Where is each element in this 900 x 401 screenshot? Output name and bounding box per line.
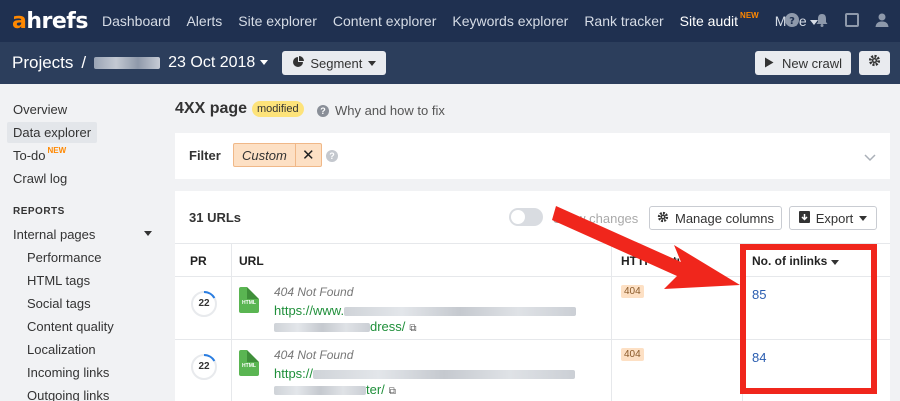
- export-button[interactable]: Export: [789, 206, 877, 230]
- new-crawl-button[interactable]: New crawl: [755, 51, 851, 75]
- redacted-url: [274, 386, 366, 396]
- sidebar-item-data-explorer[interactable]: Data explorer: [7, 122, 98, 143]
- column-header-pr[interactable]: PR: [190, 254, 207, 268]
- nav-rank-tracker[interactable]: Rank tracker: [584, 13, 663, 29]
- collapse-triangle-icon[interactable]: [144, 231, 152, 236]
- reports-heading: REPORTS: [13, 206, 65, 217]
- why-how-fix-link[interactable]: ? Why and how to fix: [317, 103, 445, 118]
- sidebar-item-overview[interactable]: Overview: [13, 102, 67, 117]
- new-tag: NEW: [740, 11, 759, 20]
- url-link[interactable]: https://www.: [274, 303, 577, 318]
- external-link-icon[interactable]: ⧉: [409, 323, 416, 334]
- sidebar-item-crawl-log[interactable]: Crawl log: [13, 171, 67, 186]
- show-changes-toggle[interactable]: [509, 208, 543, 226]
- nav-alerts[interactable]: Alerts: [186, 13, 222, 29]
- crawl-date-dropdown[interactable]: 23 Oct 2018: [168, 54, 269, 72]
- play-icon: [764, 56, 774, 71]
- filter-chip[interactable]: Custom ✕: [233, 143, 322, 167]
- sidebar-item-performance[interactable]: Performance: [27, 250, 101, 265]
- html-file-icon: HTML: [239, 287, 259, 313]
- column-header-http-status[interactable]: HTTP status: [621, 254, 691, 268]
- annotation-highlight-box: [740, 244, 877, 394]
- redacted-url: [274, 323, 370, 333]
- nav-icons: ?: [784, 12, 890, 28]
- user-icon[interactable]: [874, 12, 890, 28]
- question-icon[interactable]: ?: [326, 150, 338, 162]
- tablet-icon[interactable]: [844, 12, 860, 28]
- projects-link[interactable]: Projects: [12, 53, 73, 73]
- help-icon[interactable]: ?: [784, 12, 800, 28]
- status-text: 404 Not Found: [274, 348, 354, 362]
- url-link[interactable]: https://: [274, 366, 576, 381]
- html-file-icon: HTML: [239, 350, 259, 376]
- svg-text:?: ?: [789, 16, 795, 27]
- sidebar-item-content-quality[interactable]: Content quality: [27, 319, 114, 334]
- redacted-url: [344, 307, 577, 317]
- filter-label: Filter: [189, 148, 221, 163]
- external-link-icon[interactable]: ⧉: [389, 386, 396, 397]
- http-status-badge: 404: [621, 348, 644, 361]
- nav-dashboard[interactable]: Dashboard: [102, 13, 171, 29]
- sidebar-item-incoming-links[interactable]: Incoming links: [27, 365, 109, 380]
- pr-score: 22: [190, 353, 218, 381]
- redacted-project-name: [94, 57, 161, 69]
- status-text: 404 Not Found: [274, 285, 354, 299]
- http-status-badge: 404: [621, 285, 644, 298]
- sidebar-item-localization[interactable]: Localization: [27, 342, 96, 357]
- close-icon[interactable]: ✕: [294, 144, 321, 166]
- sidebar-item-social-tags[interactable]: Social tags: [27, 296, 91, 311]
- ahrefs-logo[interactable]: ahrefs: [12, 9, 88, 34]
- redacted-url: [313, 370, 576, 380]
- page-title: 4XX page: [175, 100, 248, 117]
- chevron-down-icon: [260, 60, 269, 66]
- sidebar-item-internal-pages[interactable]: Internal pages: [13, 227, 95, 242]
- gear-icon: [868, 54, 881, 72]
- pr-score: 22: [190, 290, 218, 318]
- sidebar-item-outgoing-links[interactable]: Outgoing links: [27, 388, 109, 401]
- toggle-knob: [511, 210, 525, 224]
- modified-badge: modified: [252, 101, 304, 117]
- sidebar-item-html-tags[interactable]: HTML tags: [27, 273, 90, 288]
- url-link-continued[interactable]: ter/⧉: [274, 382, 396, 397]
- sidebar-item-todo[interactable]: To-do NEW: [13, 146, 67, 163]
- bell-icon[interactable]: [814, 12, 830, 28]
- filter-chip-label: Custom: [242, 147, 287, 163]
- column-header-url[interactable]: URL: [239, 254, 264, 268]
- filter-panel: Filter Custom ✕ ?: [175, 133, 890, 179]
- question-icon: ?: [317, 104, 329, 117]
- pie-chart-icon: [292, 55, 305, 71]
- download-icon: [798, 210, 810, 226]
- chevron-down-icon: [859, 215, 868, 221]
- segment-button[interactable]: Segment: [282, 51, 387, 75]
- url-count: 31 URLs: [189, 210, 242, 225]
- gear-icon: [657, 211, 669, 226]
- chevron-down-icon[interactable]: [864, 149, 876, 167]
- new-tag: NEW: [47, 146, 67, 155]
- nav-content-explorer[interactable]: Content explorer: [333, 13, 437, 29]
- sidebar: Overview Data explorer To-do NEW Crawl lo…: [0, 84, 162, 401]
- manage-columns-button[interactable]: Manage columns: [649, 206, 782, 230]
- nav-site-explorer[interactable]: Site explorer: [238, 13, 317, 29]
- url-link-continued[interactable]: dress/⧉: [274, 319, 417, 334]
- settings-button[interactable]: [859, 51, 890, 75]
- chevron-down-icon: [368, 60, 377, 66]
- top-nav: ahrefs Dashboard Alerts Site explorer Co…: [0, 0, 900, 42]
- nav-links: Dashboard Alerts Site explorer Content e…: [102, 11, 834, 29]
- nav-site-audit[interactable]: Site audit NEW: [680, 11, 759, 29]
- breadcrumb-separator: /: [81, 53, 87, 72]
- nav-keywords-explorer[interactable]: Keywords explorer: [452, 13, 568, 29]
- show-changes-label: Show changes: [553, 211, 639, 226]
